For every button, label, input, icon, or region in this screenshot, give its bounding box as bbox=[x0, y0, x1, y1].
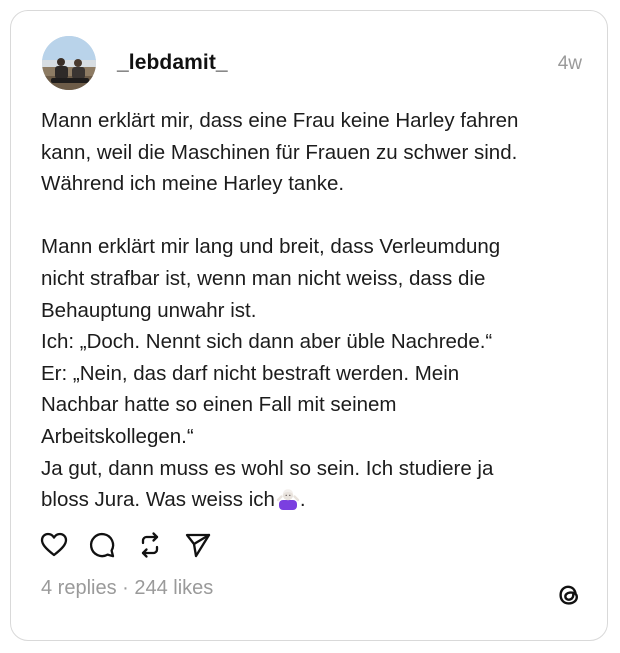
body-line: Ich: „Doch. Nennt sich dann aber üble Na… bbox=[41, 330, 493, 354]
body-line: Arbeitskollegen.“ bbox=[41, 424, 194, 448]
body-line-end: . bbox=[299, 488, 306, 512]
username[interactable]: _lebdamit_ bbox=[117, 51, 228, 75]
person-shrugging-emoji bbox=[276, 486, 300, 520]
body-line-text: bloss Jura. Was weiss ich bbox=[41, 488, 275, 512]
body-line: kann, weil die Maschinen für Frauen zu s… bbox=[41, 140, 518, 164]
body-line-last: bloss Jura. Was weiss ich . bbox=[41, 484, 586, 520]
avatar[interactable] bbox=[42, 36, 96, 90]
body-line: Ja gut, dann muss es wohl so sein. Ich s… bbox=[41, 456, 494, 480]
heart-icon[interactable] bbox=[39, 530, 69, 560]
body-line: Mann erklärt mir, dass eine Frau keine H… bbox=[41, 109, 519, 132]
send-icon[interactable] bbox=[183, 530, 213, 560]
body-line: Nachbar hatte so einen Fall mit seinem bbox=[41, 393, 397, 417]
post-header: _lebdamit_ 4w bbox=[41, 35, 582, 93]
body-line: nicht strafbar ist, wenn man nicht weiss… bbox=[41, 266, 486, 290]
repost-icon[interactable] bbox=[135, 530, 165, 560]
comment-icon[interactable] bbox=[87, 530, 117, 560]
post-card: _lebdamit_ 4w Mann erklärt mir, dass ein… bbox=[10, 10, 608, 641]
body-line: Behauptung unwahr ist. bbox=[41, 298, 257, 322]
threads-logo-icon bbox=[554, 580, 584, 610]
body-line: Er: „Nein, das darf nicht bestraft werde… bbox=[41, 361, 460, 385]
post-stats[interactable]: 4 replies · 244 likes bbox=[41, 577, 213, 600]
body-line: Mann erklärt mir lang und breit, dass Ve… bbox=[41, 235, 501, 259]
post-body: Mann erklärt mir, dass eine Frau keine H… bbox=[41, 105, 586, 520]
timestamp: 4w bbox=[557, 53, 582, 74]
body-line: Während ich meine Harley tanke. bbox=[41, 172, 345, 196]
